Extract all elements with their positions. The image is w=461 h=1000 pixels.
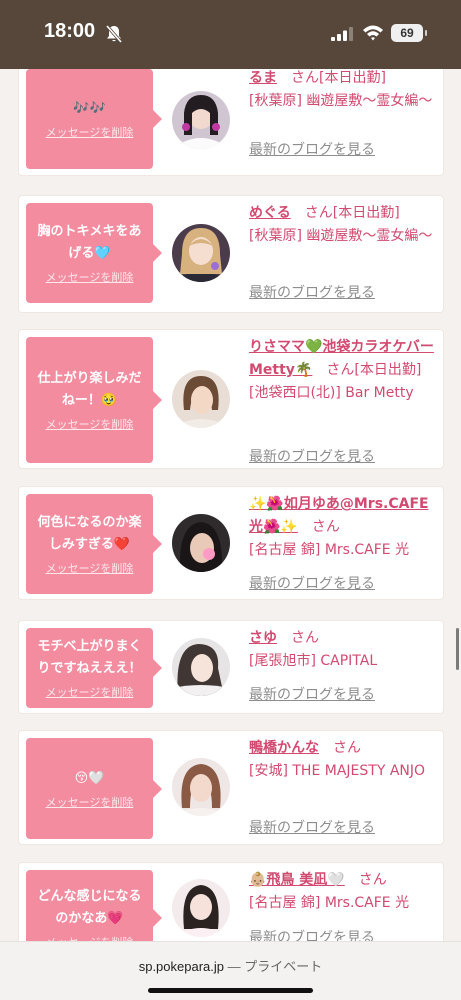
latest-blog-link[interactable]: 最新のブログを見る [249,684,375,707]
avatar[interactable] [172,91,230,149]
delete-message-link[interactable]: メッセージを削除 [46,794,134,810]
avatar[interactable] [172,224,230,282]
message-text: 仕上がり楽しみだねー！🥹 [37,371,142,408]
work-status: [本日出勤] [332,205,400,221]
avatar[interactable] [172,370,230,428]
home-indicator[interactable] [148,988,313,993]
profile-name-link[interactable]: 👶🏼飛鳥 美凪🤍 [249,872,345,888]
shop-name: [秋葉原] 幽遊屋敷〜霊女編〜 [249,93,433,109]
latest-blog-link[interactable]: 最新のブログを見る [249,817,375,840]
delete-message-link[interactable]: メッセージを削除 [46,269,134,285]
message-bubble: 胸のトキメキをあげる🩵 メッセージを削除 [26,203,162,303]
shop-name: [池袋西口(北)] Bar Metty [249,385,414,401]
wifi-icon [363,25,383,41]
profile-info: ✨🌺如月ゆあ@Mrs.CAFE光🌺✨ さん [名古屋 錦] Mrs.CAFE 光… [249,493,437,592]
shop-name: [安城] THE MAJESTY ANJO [249,763,426,779]
message-text: 🎶🎶 [73,101,106,116]
message-card: 仕上がり楽しみだねー！🥹 メッセージを削除 りさママ💚池袋カラオケバーMetty… [19,330,443,468]
message-bubble: モチベ上がりまくりですねえええ！ メッセージを削除 [26,628,162,708]
private-mode-label: プライベート [244,959,323,974]
delete-message-link[interactable]: メッセージを削除 [46,684,134,700]
message-card: 胸のトキメキをあげる🩵 メッセージを削除 めぐる さん[本日出勤] [秋葉原] … [19,196,443,312]
url-label[interactable]: sp.pokepara.jp — プライベート [0,956,461,975]
shop-name: [名古屋 錦] Mrs.CAFE 光 [249,542,410,558]
message-card: 何色になるのか楽しみすぎる❤️ メッセージを削除 ✨🌺如月ゆあ@Mrs.CAFE… [19,487,443,599]
latest-blog-link[interactable]: 最新のブログを見る [249,282,375,305]
clock: 18:00 [44,20,96,42]
latest-blog-link[interactable]: 最新のブログを見る [249,446,375,469]
latest-blog-link[interactable]: 最新のブログを見る [249,139,375,162]
message-text: 何色になるのか楽しみすぎる❤️ [37,515,142,552]
latest-blog-link[interactable]: 最新のブログを見る [249,927,375,941]
profile-name-link[interactable]: さゆ [249,630,277,646]
message-bubble: 🎶🎶 メッセージを削除 [26,69,162,169]
message-bubble: どんな感じになるのかなあ💗 メッセージを削除 [26,870,162,941]
message-bubble: 😚🤍 メッセージを削除 [26,738,162,839]
message-card: どんな感じになるのかなあ💗 メッセージを削除 👶🏼飛鳥 美凪🤍 さん [名古屋 … [19,863,443,941]
profile-info: 鴨橋かんな さん [安城] THE MAJESTY ANJO 最新のブログを見る [249,737,437,836]
avatar[interactable] [172,514,230,572]
honorific: さん [326,362,355,378]
profile-info: りさママ💚池袋カラオケバーMetty🌴 さん[本日出勤] [池袋西口(北)] B… [249,336,437,465]
message-card: 😚🤍 メッセージを削除 鴨橋かんな さん [安城] THE MAJESTY AN… [19,731,443,844]
shop-name: [尾張旭市] CAPITAL [249,653,378,669]
profile-name-link[interactable]: めぐる [249,205,291,221]
message-text: モチベ上がりまくりですねえええ！ [37,639,142,676]
latest-blog-link[interactable]: 最新のブログを見る [249,573,375,596]
delete-message-link[interactable]: メッセージを削除 [46,934,134,941]
url-separator: — [227,959,241,974]
honorific: さん [358,872,387,888]
message-text: 😚🤍 [74,770,105,786]
avatar[interactable] [172,879,230,937]
url-domain: sp.pokepara.jp [138,959,224,974]
shop-name: [秋葉原] 幽遊屋敷〜霊女編〜 [249,228,433,244]
profile-info: めぐる さん[本日出勤] [秋葉原] 幽遊屋敷〜霊女編〜 最新のブログを見る [249,202,437,301]
work-status: [本日出勤] [354,362,422,378]
bell-muted-icon [105,24,123,44]
message-bubble: 何色になるのか楽しみすぎる❤️ メッセージを削除 [26,494,162,594]
delete-message-link[interactable]: メッセージを削除 [46,124,134,140]
avatar[interactable] [172,758,230,816]
profile-name-link[interactable]: 鴨橋かんな [249,740,319,756]
honorific: さん [311,519,340,535]
message-card: 🎶🎶 メッセージを削除 るま さん[本日出勤] [秋葉原] 幽遊屋敷〜霊女編〜 … [19,69,443,175]
status-bar: 18:00 69 [0,0,461,69]
message-bubble: 仕上がり楽しみだねー！🥹 メッセージを削除 [26,337,162,463]
browser-address-bar[interactable]: sp.pokepara.jp — プライベート [0,941,461,1000]
profile-name-link[interactable]: るま [249,70,277,86]
avatar[interactable] [172,638,230,696]
shop-name: [名古屋 錦] Mrs.CAFE 光 [249,895,410,911]
honorific: さん [304,205,333,221]
cellular-signal-icon [331,27,353,41]
honorific: さん [291,630,319,646]
work-status: [本日出勤] [319,70,386,86]
message-text: 胸のトキメキをあげる🩵 [37,224,142,261]
delete-message-link[interactable]: メッセージを削除 [46,416,134,432]
honorific: さん [291,70,319,86]
honorific: さん [333,740,361,756]
battery-icon: 69 [391,24,427,42]
message-text: どんな感じになるのかなあ💗 [37,889,142,926]
profile-info: さゆ さん [尾張旭市] CAPITAL 最新のブログを見る [249,627,437,703]
message-feed[interactable]: 🎶🎶 メッセージを削除 るま さん[本日出勤] [秋葉原] 幽遊屋敷〜霊女編〜 … [0,69,461,941]
delete-message-link[interactable]: メッセージを削除 [46,560,134,576]
scroll-indicator[interactable] [456,628,459,670]
profile-info: るま さん[本日出勤] [秋葉原] 幽遊屋敷〜霊女編〜 最新のブログを見る [249,69,437,158]
message-card: モチベ上がりまくりですねえええ！ メッセージを削除 さゆ さん [尾張旭市] C… [19,621,443,713]
profile-info: 👶🏼飛鳥 美凪🤍 さん [名古屋 錦] Mrs.CAFE 光 最新のブログを見る [249,869,437,941]
